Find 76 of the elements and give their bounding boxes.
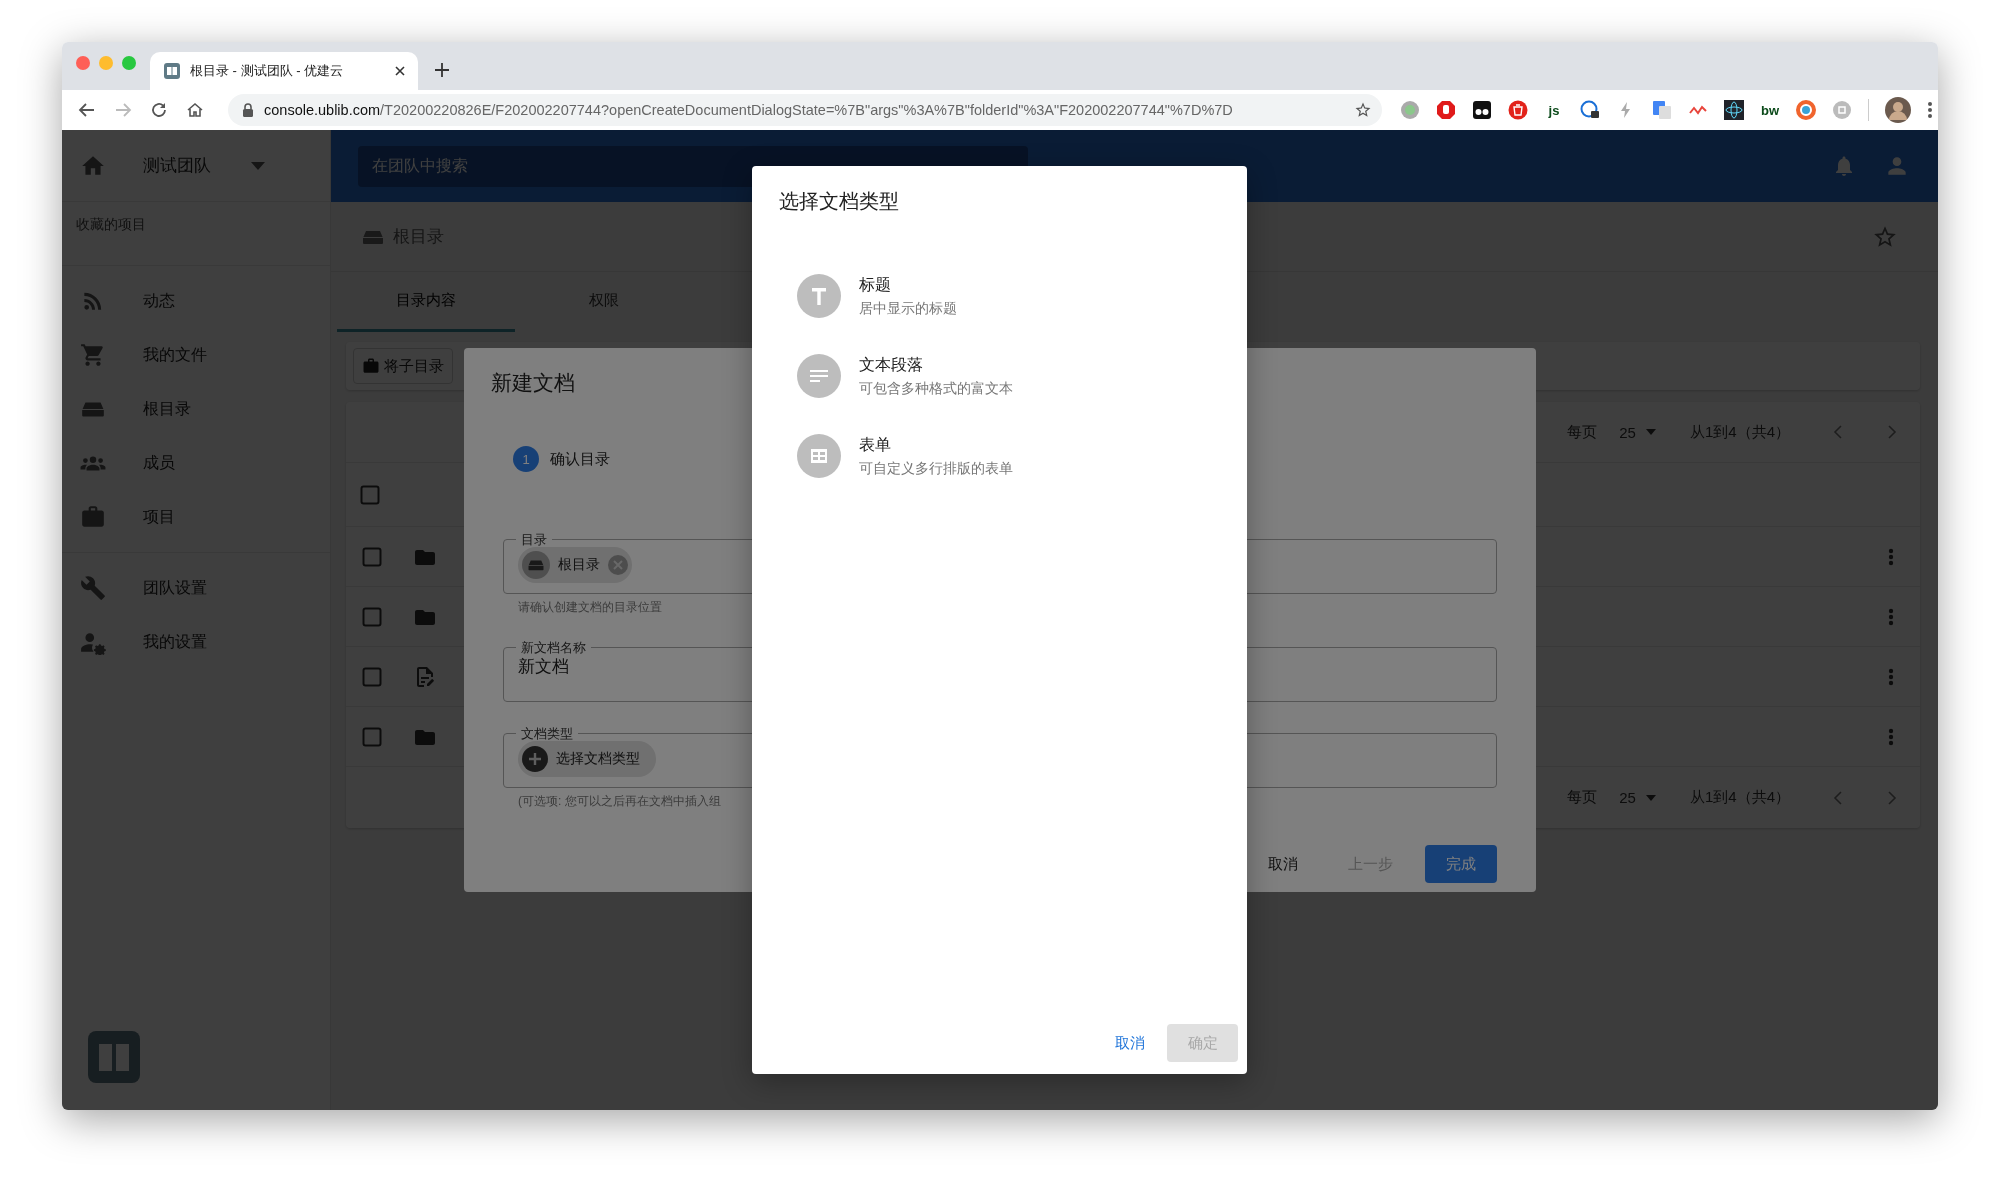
app-logo[interactable] bbox=[88, 1031, 140, 1083]
caret-icon bbox=[1645, 794, 1656, 801]
dialog-button[interactable]: 取消 bbox=[1250, 845, 1316, 883]
back-icon[interactable] bbox=[78, 101, 96, 119]
bookmark-star-icon[interactable] bbox=[1354, 101, 1372, 119]
lock-icon bbox=[242, 103, 254, 117]
tab-title: 根目录 - 测试团队 - 优建云 bbox=[190, 62, 345, 80]
menu-icon[interactable] bbox=[1927, 101, 1933, 119]
lines-icon bbox=[797, 354, 841, 398]
option-description: 可自定义多行排版的表单 bbox=[859, 459, 1013, 478]
dialog-title: 新建文档 bbox=[491, 370, 575, 396]
cancel-button[interactable]: 取消 bbox=[1101, 1024, 1159, 1062]
helper-text: (可选项: 您可以之后再在文档中插入组 bbox=[518, 793, 722, 810]
close-window-icon[interactable] bbox=[76, 56, 90, 70]
avatar[interactable] bbox=[1885, 97, 1911, 123]
option-description: 居中显示的标题 bbox=[859, 299, 957, 318]
folder-chip[interactable]: 根目录 bbox=[518, 547, 632, 583]
briefcase-icon bbox=[80, 504, 106, 530]
atom-icon[interactable] bbox=[1724, 100, 1744, 120]
trash-extension-icon[interactable] bbox=[1508, 100, 1528, 120]
reload-icon[interactable] bbox=[150, 101, 168, 119]
chevron-right-icon[interactable] bbox=[1886, 789, 1898, 806]
more-icon[interactable] bbox=[1888, 546, 1894, 567]
checkbox[interactable] bbox=[362, 726, 382, 747]
type-option[interactable]: 表单 可自定义多行排版的表单 bbox=[797, 416, 1238, 496]
type-option[interactable]: 标题 居中显示的标题 bbox=[797, 256, 1238, 336]
type-option[interactable]: 文本段落 可包含多种格式的富文本 bbox=[797, 336, 1238, 416]
field-label: 新文档名称 bbox=[520, 640, 587, 655]
briefcase-icon bbox=[362, 357, 380, 375]
dialog-title: 选择文档类型 bbox=[779, 189, 900, 214]
browser-tab[interactable]: 根目录 - 测试团队 - 优建云 bbox=[150, 52, 418, 90]
address-bar[interactable]: console.ublib.com/T20200220826E/F202002207744?openCreateDocumentDialogState=%7B"args"%3A%7B"folderId"%3A"F202002207744"%7D%7D bbox=[228, 94, 1382, 126]
more-icon[interactable] bbox=[1888, 726, 1894, 747]
new-tab-icon[interactable] bbox=[434, 62, 450, 78]
step-label: 确认目录 bbox=[550, 449, 610, 469]
cart-icon bbox=[80, 342, 106, 368]
caret-icon[interactable] bbox=[251, 161, 265, 170]
checkbox[interactable] bbox=[362, 666, 382, 687]
chevron-right-icon[interactable] bbox=[1886, 424, 1898, 440]
circle-extension-icon[interactable] bbox=[1400, 100, 1420, 120]
choose-type-chip[interactable]: 选择文档类型 bbox=[518, 741, 656, 777]
checkbox[interactable] bbox=[362, 546, 382, 567]
more-icon[interactable] bbox=[1888, 606, 1894, 627]
grid-icon bbox=[797, 434, 841, 478]
ring-icon[interactable] bbox=[1796, 100, 1816, 120]
field-label: 目录 bbox=[520, 532, 548, 547]
chevron-left-icon[interactable] bbox=[1832, 789, 1844, 806]
option-title: 文本段落 bbox=[859, 354, 924, 375]
checkbox[interactable] bbox=[362, 606, 382, 627]
step-number: 1 bbox=[513, 446, 539, 472]
checkbox[interactable] bbox=[360, 484, 380, 505]
book-icon bbox=[164, 63, 180, 79]
extension-label[interactable]: js bbox=[1544, 102, 1564, 118]
finish-button[interactable]: 完成 bbox=[1425, 845, 1497, 883]
drive-icon bbox=[522, 551, 550, 579]
forward-icon[interactable] bbox=[114, 101, 132, 119]
field-label: 文档类型 bbox=[520, 726, 574, 741]
more-icon[interactable] bbox=[1888, 666, 1894, 687]
extension-label[interactable]: bw bbox=[1760, 102, 1780, 118]
option-description: 可包含多种格式的富文本 bbox=[859, 379, 1013, 398]
title-icon bbox=[797, 274, 841, 318]
minimize-window-icon[interactable] bbox=[99, 56, 113, 70]
close-icon[interactable] bbox=[394, 65, 406, 77]
wrench-icon bbox=[80, 575, 106, 601]
url-text: console.ublib.com/T20200220826E/F202002207744?openCreateDocumentDialogState=%7B"args"%3A%7B"folderId"%3A"F202002207744"%7D%7D bbox=[264, 102, 1234, 118]
chevron-left-icon[interactable] bbox=[1832, 424, 1844, 440]
caret-icon bbox=[1645, 429, 1656, 435]
glasses-extension-icon[interactable] bbox=[1472, 100, 1492, 120]
option-title: 表单 bbox=[859, 434, 892, 455]
maximize-window-icon[interactable] bbox=[122, 56, 136, 70]
add-icon bbox=[522, 746, 548, 772]
home-icon[interactable] bbox=[186, 101, 204, 119]
field-value: 新文档 bbox=[518, 656, 569, 678]
remove-icon[interactable] bbox=[608, 555, 628, 575]
tab[interactable]: 目录内容 bbox=[337, 272, 515, 332]
option-title: 标题 bbox=[859, 274, 892, 295]
